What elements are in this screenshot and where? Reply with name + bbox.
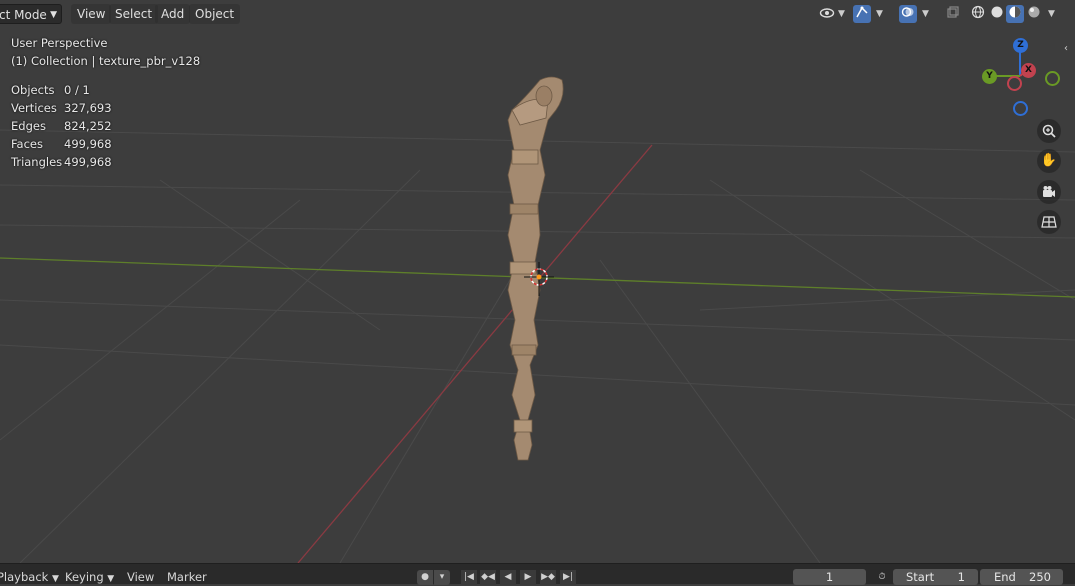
chevron-down-icon: ▼ [50,10,57,20]
menu-select[interactable]: Select [109,4,159,24]
stat-value-objects: 0 / 1 [64,83,90,97]
chevron-down-icon[interactable]: ▼ [876,5,883,23]
x-axis-line [297,144,653,563]
stat-label-triangles: Triangles [11,155,63,169]
gizmo-x-axis[interactable]: X [1021,63,1036,78]
object-origin [536,274,542,280]
next-keyframe-icon[interactable]: ▶◆ [540,570,556,585]
collection-label: (1) Collection | texture_pbr_v128 [11,54,201,68]
marker-menu[interactable]: Marker [167,570,207,584]
current-frame-field[interactable]: 1 [793,569,866,585]
chevron-down-icon[interactable]: ▾ [434,570,450,585]
stat-label-vertices: Vertices [11,101,57,115]
stat-value-vertices: 327,693 [64,101,112,115]
start-frame-field[interactable]: Start 1 [893,569,978,585]
pan-hand-icon[interactable]: ✋ [1037,149,1061,173]
xray-toggle-icon[interactable] [944,5,962,23]
stat-value-faces: 499,968 [64,137,112,151]
end-frame-label: End [994,570,1016,584]
previous-keyframe-icon[interactable]: ◆◀ [480,570,496,585]
viewport-grid [0,48,1075,563]
menu-view[interactable]: View [71,4,112,24]
material-preview-shading-icon[interactable] [1006,5,1024,23]
record-icon[interactable]: ● [417,570,433,585]
interaction-mode-dropdown[interactable]: ct Mode ▼ [0,4,62,24]
keying-menu[interactable]: Keying ▼ [65,570,114,584]
stopwatch-icon[interactable]: ⏱ [874,570,890,585]
gizmo-z-axis[interactable]: Z [1013,38,1028,53]
perspective-grid-icon[interactable] [1037,210,1061,234]
timeline-view-menu[interactable]: View [127,570,154,584]
camera-icon[interactable] [1037,180,1061,204]
menu-add[interactable]: Add [155,4,191,24]
visibility-icon[interactable] [818,5,836,23]
stat-value-triangles: 499,968 [64,155,112,169]
chevron-down-icon[interactable]: ▼ [838,5,845,23]
play-reverse-icon[interactable]: ◀ [500,570,516,585]
3d-viewport[interactable]: ct Mode ▼ View Select Add Object ▼ ▼ ▼ ▼… [0,0,1075,563]
rendered-shading-icon[interactable] [1025,5,1043,23]
gizmo-neg-x-axis[interactable] [1007,76,1022,91]
playback-menu[interactable]: Playback ▼ [0,570,59,584]
mode-label: ct Mode [0,8,47,22]
overlays-toggle-icon[interactable] [899,5,917,23]
jump-to-start-icon[interactable]: |◀ [461,570,477,585]
jump-to-end-icon[interactable]: ▶| [560,570,576,585]
solid-shading-icon[interactable] [988,5,1006,23]
start-frame-label: Start [906,570,935,584]
wireframe-shading-icon[interactable] [969,5,987,23]
timeline-header: Playback ▼ Keying ▼ View Marker ● ▾ |◀ ◆… [0,563,1075,585]
view-perspective-label: User Perspective [11,36,108,50]
gizmo-neg-z-axis[interactable] [1013,101,1028,116]
zoom-icon[interactable] [1037,119,1061,143]
chevron-down-icon[interactable]: ▼ [922,5,929,23]
start-frame-value: 1 [957,570,965,584]
gizmo-toggle-icon[interactable] [853,5,871,23]
chevron-down-icon[interactable]: ▼ [1048,5,1055,23]
end-frame-field[interactable]: End 250 [980,569,1063,585]
end-frame-value: 250 [1029,570,1051,584]
chevron-left-icon[interactable]: ‹ [1064,40,1068,58]
gizmo-y-axis[interactable]: Y [982,69,997,84]
stat-value-edges: 824,252 [64,119,112,133]
menu-object[interactable]: Object [189,4,241,24]
gizmo-neg-y-axis[interactable] [1045,71,1060,86]
play-icon[interactable]: ▶ [520,570,536,585]
stat-label-faces: Faces [11,137,43,151]
3d-model [507,76,564,461]
viewport-header: ct Mode ▼ View Select Add Object ▼ ▼ ▼ ▼… [0,0,1075,54]
stat-label-objects: Objects [11,83,55,97]
stat-label-edges: Edges [11,119,46,133]
